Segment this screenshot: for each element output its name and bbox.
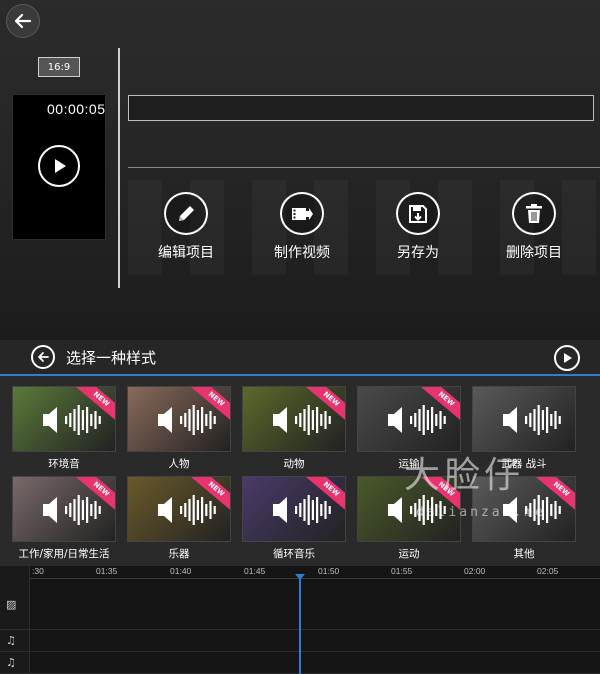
make-video-ring — [280, 192, 324, 235]
horizontal-divider — [128, 167, 600, 168]
arrow-left-circle-icon — [38, 352, 49, 362]
style-tile[interactable]: NEW — [242, 386, 346, 452]
video-preview[interactable]: 00:00:05 — [12, 94, 106, 240]
make-video-label: 制作视频 — [274, 245, 330, 261]
style-bar-title: 选择一种样式 — [66, 349, 157, 367]
style-play-button[interactable] — [554, 345, 580, 371]
ruler-tick-label: 01:55 — [391, 566, 413, 576]
save-as-button[interactable]: 另存为 — [368, 192, 468, 262]
style-tile-label: 环境音 — [48, 458, 80, 470]
style-tile[interactable]: NEW — [357, 386, 461, 452]
play-icon — [55, 159, 66, 173]
delete-project-label: 删除项目 — [506, 245, 562, 261]
vertical-divider — [118, 48, 120, 288]
arrow-left-icon — [14, 13, 32, 29]
speaker-wave-icon — [503, 405, 561, 435]
music-note-icon: ♫ — [6, 634, 16, 647]
style-tile[interactable]: NEW — [127, 476, 231, 542]
delete-ring — [512, 192, 556, 235]
ruler-tick-label: 01:35 — [96, 566, 118, 576]
style-tile-label: 工作/家用/日常生活 — [18, 548, 110, 560]
play-circle-icon — [564, 353, 572, 363]
style-tile-label: 其他 — [513, 548, 535, 560]
playhead-handle[interactable] — [295, 574, 305, 580]
style-tile-label: 动物 — [283, 458, 305, 470]
style-tile[interactable]: NEW — [242, 476, 346, 542]
playhead[interactable] — [299, 576, 301, 674]
ruler-tick-label: 01:40 — [170, 566, 192, 576]
ruler-tick-label: 02:05 — [537, 566, 559, 576]
timecode: 00:00:05 — [47, 101, 106, 117]
save-as-ring — [396, 192, 440, 235]
pencil-icon — [179, 205, 194, 221]
ruler-tick-label: :30 — [32, 566, 44, 576]
style-tile[interactable]: NEW — [127, 386, 231, 452]
make-video-button[interactable]: 制作视频 — [252, 192, 352, 262]
ruler-tick-label: 01:50 — [318, 566, 340, 576]
edit-ring — [164, 192, 208, 235]
style-tile-label: 人物 — [168, 458, 190, 470]
aspect-ratio-button[interactable]: 16:9 — [38, 57, 80, 77]
ruler-tick-label: 01:45 — [244, 566, 266, 576]
film-export-icon — [292, 207, 313, 220]
back-button[interactable] — [6, 4, 40, 38]
trash-icon — [526, 203, 542, 223]
style-tile[interactable]: NEW — [12, 386, 116, 452]
save-as-label: 另存为 — [397, 245, 439, 261]
project-title-field[interactable] — [128, 95, 594, 121]
edit-project-label: 编辑项目 — [158, 245, 214, 261]
delete-project-button[interactable]: 删除项目 — [484, 192, 584, 262]
style-selector-bar: 选择一种样式 — [0, 340, 600, 376]
style-back-button[interactable] — [31, 345, 55, 369]
style-tile-label: 运动 — [398, 548, 420, 560]
save-icon — [409, 204, 427, 223]
style-tile[interactable]: NEW — [12, 476, 116, 542]
ruler-tick-label: 02:00 — [464, 566, 486, 576]
music-note-icon: ♫ — [6, 656, 16, 669]
watermark-url: dalianzai.me — [416, 505, 546, 520]
style-tile-label: 循环音乐 — [273, 548, 315, 560]
style-tile[interactable] — [472, 386, 576, 452]
timeline-ruler[interactable]: :30 01:35 01:40 01:45 01:50 01:55 02:00 02:05 — [30, 566, 600, 579]
image-icon: ▨ — [6, 598, 17, 611]
style-tile-label: 乐器 — [168, 548, 190, 560]
preview-play-button[interactable] — [38, 145, 80, 187]
edit-project-button[interactable]: 编辑项目 — [136, 192, 236, 262]
